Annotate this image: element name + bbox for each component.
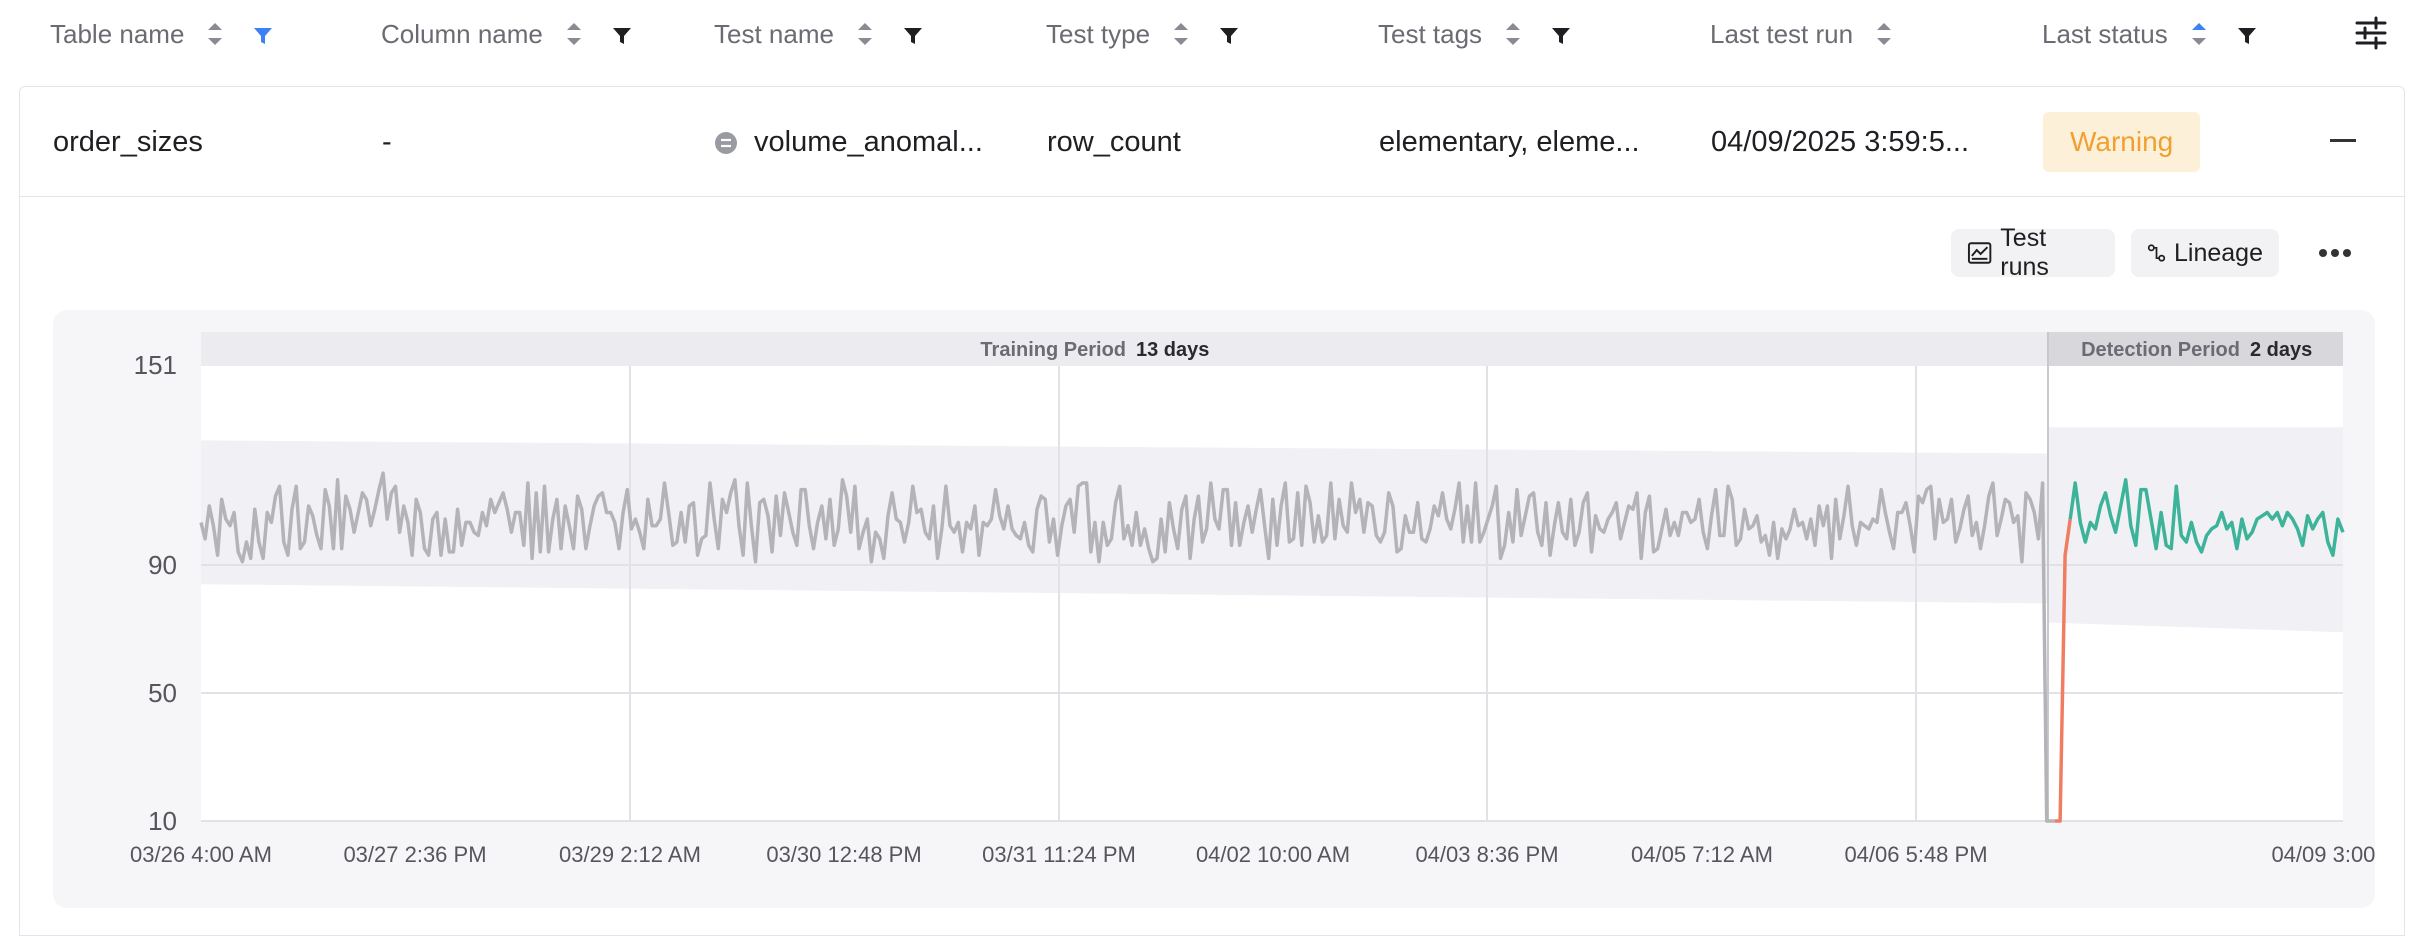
column-header-test-name[interactable]: Test name: [714, 0, 924, 68]
filter-icon[interactable]: [1550, 23, 1572, 45]
sort-icon-active[interactable]: [2190, 19, 2208, 49]
test-runs-icon: [1967, 242, 1992, 264]
cell-test-name[interactable]: volume_anomal...: [714, 87, 983, 197]
x-tick-label: 04/09 3:00 PM: [2271, 842, 2375, 867]
x-tick-label: 03/30 12:48 PM: [766, 842, 921, 867]
collapse-row-icon[interactable]: [2330, 139, 2356, 142]
anomaly-chart-card: Training Period 13 days Detection Period 2 …: [53, 310, 2375, 908]
test-type-icon: [714, 130, 738, 154]
x-tick-label: 03/26 4:00 AM: [130, 842, 272, 867]
detection-period-label: Detection Period: [2081, 339, 2240, 361]
anomaly-chart: Training Period 13 days Detection Period 2 …: [130, 332, 2375, 867]
column-header-column-name[interactable]: Column name: [381, 0, 633, 68]
cell-test-type: row_count: [1047, 125, 1181, 158]
column-header-label: Last test run: [1710, 18, 1854, 49]
lineage-icon: [2147, 244, 2166, 262]
training-period-value: 13 days: [1136, 339, 1209, 361]
y-tick-label: 10: [148, 806, 177, 836]
sort-icon[interactable]: [1504, 19, 1522, 49]
x-tick-label: 04/05 7:12 AM: [1631, 842, 1773, 867]
more-options-icon[interactable]: [2318, 246, 2352, 260]
lineage-button[interactable]: Lineage: [2131, 229, 2279, 277]
training-period-label: Training Period: [980, 339, 1126, 361]
x-tick-label: 03/31 11:24 PM: [982, 842, 1136, 867]
filter-icon[interactable]: [2236, 23, 2258, 45]
cell-column-name: -: [382, 125, 392, 158]
filter-icon[interactable]: [902, 23, 924, 45]
test-runs-label: Test runs: [2000, 224, 2049, 281]
cell-last-test-run: 04/09/2025 3:59:5...: [1711, 125, 1969, 158]
cell-test-tags: elementary, eleme...: [1379, 125, 1640, 158]
column-header-test-tags[interactable]: Test tags: [1378, 0, 1572, 68]
column-header-label: Test tags: [1378, 18, 1483, 49]
filter-icon-active[interactable]: [252, 23, 274, 45]
column-header-table-name[interactable]: Table name: [50, 0, 274, 68]
column-header-test-type[interactable]: Test type: [1046, 0, 1240, 68]
column-header-label: Test type: [1046, 18, 1151, 49]
sort-icon[interactable]: [206, 19, 224, 49]
filter-icon[interactable]: [1218, 23, 1240, 45]
sort-icon[interactable]: [1172, 19, 1190, 49]
y-tick-label: 50: [148, 678, 177, 708]
sort-icon[interactable]: [565, 19, 583, 49]
test-runs-button[interactable]: Test runs: [1951, 224, 2115, 281]
x-tick-label: 04/06 5:48 PM: [1844, 842, 1987, 867]
column-header-label: Test name: [714, 18, 834, 49]
column-header-label: Column name: [381, 18, 543, 49]
status-badge: Warning: [2043, 112, 2201, 172]
test-name-label: volume_anomal...: [754, 125, 983, 158]
table-header: Table name Column name Test name Test ty…: [0, 0, 2416, 68]
detection-period-value: 2 days: [2250, 339, 2312, 361]
column-header-label: Last status: [2042, 18, 2168, 49]
table-row[interactable]: order_sizes - volume_anomal... row_count…: [19, 86, 2405, 196]
x-tick-label: 04/03 8:36 PM: [1415, 842, 1558, 867]
lineage-label: Lineage: [2174, 238, 2263, 267]
column-header-last-status[interactable]: Last status: [2042, 0, 2258, 68]
cell-table-name[interactable]: order_sizes: [53, 87, 203, 197]
sort-icon[interactable]: [1875, 19, 1893, 49]
column-settings-icon[interactable]: [2354, 16, 2388, 50]
x-tick-label: 03/27 2:36 PM: [343, 842, 486, 867]
filter-icon[interactable]: [611, 23, 633, 45]
column-header-last-test-run[interactable]: Last test run: [1710, 0, 1893, 68]
column-header-label: Table name: [50, 18, 185, 49]
x-tick-label: 03/29 2:12 AM: [559, 842, 701, 867]
x-tick-label: 04/02 10:00 AM: [1196, 842, 1350, 867]
y-tick-label: 151: [134, 350, 177, 380]
cell-last-status: Warning: [2043, 87, 2201, 197]
y-tick-label: 90: [148, 550, 177, 580]
sort-icon[interactable]: [856, 19, 874, 49]
